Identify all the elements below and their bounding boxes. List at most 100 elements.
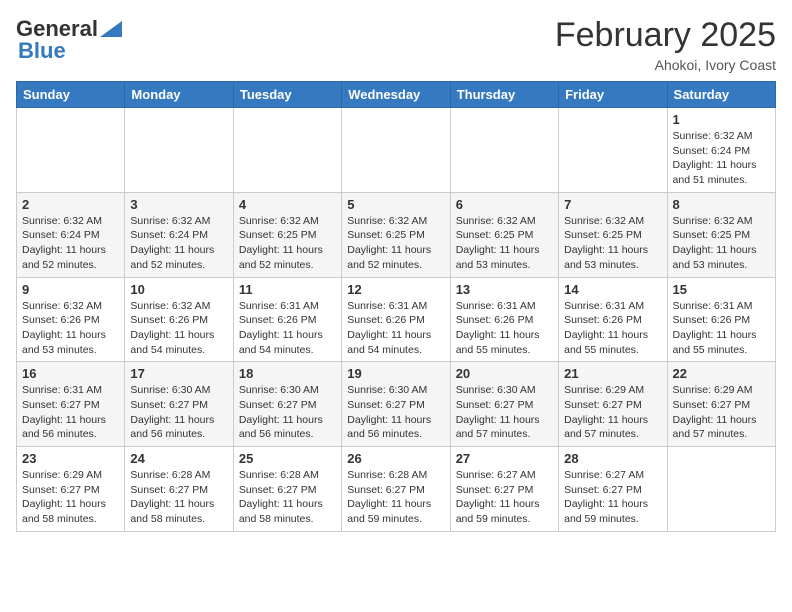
day-number: 20 <box>456 366 553 381</box>
day-info: Sunrise: 6:32 AM Sunset: 6:25 PM Dayligh… <box>239 214 336 273</box>
calendar-cell: 28 Sunrise: 6:27 AM Sunset: 6:27 PM Dayli… <box>559 447 667 532</box>
calendar-cell: 11 Sunrise: 6:31 AM Sunset: 6:26 PM Dayli… <box>233 277 341 362</box>
day-number: 3 <box>130 197 227 212</box>
title-block: February 2025 Ahokoi, Ivory Coast <box>555 16 776 73</box>
day-number: 10 <box>130 282 227 297</box>
day-number: 16 <box>22 366 119 381</box>
calendar-cell: 3 Sunrise: 6:32 AM Sunset: 6:24 PM Daylig… <box>125 192 233 277</box>
calendar-cell: 8 Sunrise: 6:32 AM Sunset: 6:25 PM Daylig… <box>667 192 775 277</box>
day-header-friday: Friday <box>559 82 667 108</box>
calendar-cell: 23 Sunrise: 6:29 AM Sunset: 6:27 PM Dayli… <box>17 447 125 532</box>
calendar-cell: 4 Sunrise: 6:32 AM Sunset: 6:25 PM Daylig… <box>233 192 341 277</box>
calendar-cell: 15 Sunrise: 6:31 AM Sunset: 6:26 PM Dayli… <box>667 277 775 362</box>
calendar-cell: 5 Sunrise: 6:32 AM Sunset: 6:25 PM Daylig… <box>342 192 450 277</box>
calendar-body: 1 Sunrise: 6:32 AM Sunset: 6:24 PM Daylig… <box>17 108 776 532</box>
day-info: Sunrise: 6:29 AM Sunset: 6:27 PM Dayligh… <box>673 383 770 442</box>
day-number: 5 <box>347 197 444 212</box>
calendar-cell <box>17 108 125 193</box>
calendar-cell <box>559 108 667 193</box>
day-info: Sunrise: 6:31 AM Sunset: 6:26 PM Dayligh… <box>673 299 770 358</box>
calendar-week-3: 9Sunrise: 6:32 AM Sunset: 6:26 PM Daylig… <box>17 277 776 362</box>
calendar-cell <box>342 108 450 193</box>
day-info: Sunrise: 6:30 AM Sunset: 6:27 PM Dayligh… <box>347 383 444 442</box>
day-number: 4 <box>239 197 336 212</box>
day-info: Sunrise: 6:32 AM Sunset: 6:25 PM Dayligh… <box>347 214 444 273</box>
day-info: Sunrise: 6:30 AM Sunset: 6:27 PM Dayligh… <box>239 383 336 442</box>
day-info: Sunrise: 6:27 AM Sunset: 6:27 PM Dayligh… <box>456 468 553 527</box>
day-number: 7 <box>564 197 661 212</box>
logo-icon <box>100 19 122 37</box>
day-header-thursday: Thursday <box>450 82 558 108</box>
page-header: General Blue February 2025 Ahokoi, Ivory… <box>16 16 776 73</box>
calendar-cell: 21Sunrise: 6:29 AM Sunset: 6:27 PM Dayli… <box>559 362 667 447</box>
day-header-sunday: Sunday <box>17 82 125 108</box>
day-header-monday: Monday <box>125 82 233 108</box>
day-number: 11 <box>239 282 336 297</box>
day-number: 24 <box>130 451 227 466</box>
day-info: Sunrise: 6:32 AM Sunset: 6:26 PM Dayligh… <box>22 299 119 358</box>
calendar-cell: 16 Sunrise: 6:31 AM Sunset: 6:27 PM Dayli… <box>17 362 125 447</box>
calendar-cell: 19 Sunrise: 6:30 AM Sunset: 6:27 PM Dayli… <box>342 362 450 447</box>
day-number: 15 <box>673 282 770 297</box>
day-info: Sunrise: 6:31 AM Sunset: 6:26 PM Dayligh… <box>456 299 553 358</box>
day-number: 25 <box>239 451 336 466</box>
month-title: February 2025 <box>555 16 776 55</box>
logo-blue: Blue <box>16 38 66 64</box>
calendar-cell: 25Sunrise: 6:28 AM Sunset: 6:27 PM Dayli… <box>233 447 341 532</box>
day-info: Sunrise: 6:31 AM Sunset: 6:26 PM Dayligh… <box>347 299 444 358</box>
day-number: 21 <box>564 366 661 381</box>
day-info: Sunrise: 6:27 AM Sunset: 6:27 PM Dayligh… <box>564 468 661 527</box>
day-number: 26 <box>347 451 444 466</box>
day-info: Sunrise: 6:32 AM Sunset: 6:24 PM Dayligh… <box>22 214 119 273</box>
day-info: Sunrise: 6:30 AM Sunset: 6:27 PM Dayligh… <box>456 383 553 442</box>
calendar-cell: 24 Sunrise: 6:28 AM Sunset: 6:27 PM Dayli… <box>125 447 233 532</box>
day-number: 19 <box>347 366 444 381</box>
day-header-wednesday: Wednesday <box>342 82 450 108</box>
day-number: 27 <box>456 451 553 466</box>
calendar-cell: 7 Sunrise: 6:32 AM Sunset: 6:25 PM Daylig… <box>559 192 667 277</box>
day-number: 2 <box>22 197 119 212</box>
calendar-week-4: 16 Sunrise: 6:31 AM Sunset: 6:27 PM Dayli… <box>17 362 776 447</box>
calendar-cell: 14 Sunrise: 6:31 AM Sunset: 6:26 PM Dayli… <box>559 277 667 362</box>
day-info: Sunrise: 6:31 AM Sunset: 6:27 PM Dayligh… <box>22 383 119 442</box>
day-info: Sunrise: 6:28 AM Sunset: 6:27 PM Dayligh… <box>130 468 227 527</box>
day-info: Sunrise: 6:31 AM Sunset: 6:26 PM Dayligh… <box>239 299 336 358</box>
calendar-cell: 13 Sunrise: 6:31 AM Sunset: 6:26 PM Dayli… <box>450 277 558 362</box>
day-number: 18 <box>239 366 336 381</box>
calendar-cell <box>450 108 558 193</box>
calendar: SundayMondayTuesdayWednesdayThursdayFrid… <box>16 81 776 532</box>
location: Ahokoi, Ivory Coast <box>555 57 776 73</box>
day-header-saturday: Saturday <box>667 82 775 108</box>
day-info: Sunrise: 6:28 AM Sunset: 6:27 PM Dayligh… <box>347 468 444 527</box>
calendar-cell: 2 Sunrise: 6:32 AM Sunset: 6:24 PM Daylig… <box>17 192 125 277</box>
calendar-cell: 26 Sunrise: 6:28 AM Sunset: 6:27 PM Dayli… <box>342 447 450 532</box>
day-info: Sunrise: 6:30 AM Sunset: 6:27 PM Dayligh… <box>130 383 227 442</box>
day-info: Sunrise: 6:29 AM Sunset: 6:27 PM Dayligh… <box>22 468 119 527</box>
day-number: 13 <box>456 282 553 297</box>
day-number: 8 <box>673 197 770 212</box>
day-number: 1 <box>673 112 770 127</box>
day-number: 6 <box>456 197 553 212</box>
calendar-cell: 6 Sunrise: 6:32 AM Sunset: 6:25 PM Daylig… <box>450 192 558 277</box>
day-info: Sunrise: 6:32 AM Sunset: 6:25 PM Dayligh… <box>564 214 661 273</box>
day-header-tuesday: Tuesday <box>233 82 341 108</box>
calendar-cell <box>125 108 233 193</box>
calendar-week-1: 1 Sunrise: 6:32 AM Sunset: 6:24 PM Daylig… <box>17 108 776 193</box>
calendar-week-5: 23 Sunrise: 6:29 AM Sunset: 6:27 PM Dayli… <box>17 447 776 532</box>
day-info: Sunrise: 6:32 AM Sunset: 6:25 PM Dayligh… <box>673 214 770 273</box>
calendar-cell: 10Sunrise: 6:32 AM Sunset: 6:26 PM Dayli… <box>125 277 233 362</box>
day-number: 23 <box>22 451 119 466</box>
day-info: Sunrise: 6:32 AM Sunset: 6:25 PM Dayligh… <box>456 214 553 273</box>
day-number: 22 <box>673 366 770 381</box>
calendar-cell: 9Sunrise: 6:32 AM Sunset: 6:26 PM Daylig… <box>17 277 125 362</box>
day-info: Sunrise: 6:32 AM Sunset: 6:24 PM Dayligh… <box>130 214 227 273</box>
calendar-cell: 22 Sunrise: 6:29 AM Sunset: 6:27 PM Dayli… <box>667 362 775 447</box>
day-number: 28 <box>564 451 661 466</box>
day-info: Sunrise: 6:32 AM Sunset: 6:24 PM Dayligh… <box>673 129 770 188</box>
calendar-cell <box>233 108 341 193</box>
day-number: 14 <box>564 282 661 297</box>
day-info: Sunrise: 6:31 AM Sunset: 6:26 PM Dayligh… <box>564 299 661 358</box>
calendar-cell: 20 Sunrise: 6:30 AM Sunset: 6:27 PM Dayli… <box>450 362 558 447</box>
calendar-week-2: 2 Sunrise: 6:32 AM Sunset: 6:24 PM Daylig… <box>17 192 776 277</box>
calendar-cell <box>667 447 775 532</box>
